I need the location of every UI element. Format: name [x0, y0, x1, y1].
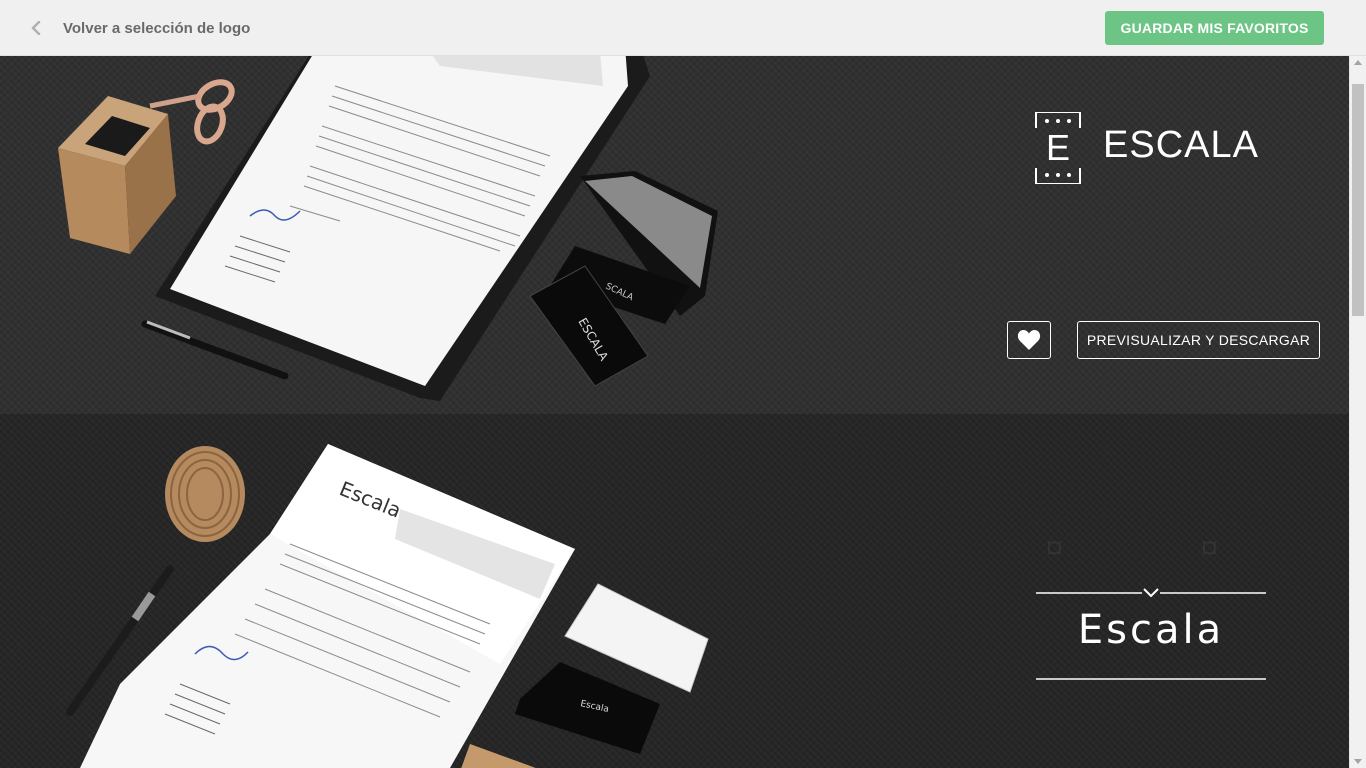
- logo-mark: E: [1035, 112, 1081, 184]
- top-bar: Volver a selección de logo GUARDAR MIS F…: [0, 0, 1366, 56]
- stationery-mockup-image: ESCALA SCALA: [58, 56, 718, 401]
- logo-mockup-card: Escala Escala ◇ ◇ Escala: [0, 414, 1349, 768]
- save-favorites-button[interactable]: GUARDAR MIS FAVORITOS: [1105, 11, 1324, 45]
- add-favorite-button[interactable]: [1007, 321, 1051, 359]
- svg-text:E: E: [1046, 127, 1070, 168]
- page-scrollbar[interactable]: [1349, 56, 1366, 768]
- brand-name: ESCALA: [1103, 124, 1259, 166]
- brand-logo: E ESCALA: [1035, 112, 1275, 184]
- preview-and-download-button[interactable]: PREVISUALIZAR Y DESCARGAR: [1077, 321, 1320, 359]
- stationery-mockup-image: Escala Escala: [66, 444, 709, 768]
- logo-mockup-card: ESCALA SCALA E ESCALA PREVISUALIZAR Y DE…: [0, 56, 1349, 414]
- scrollbar-thumb[interactable]: [1352, 84, 1364, 316]
- scroll-up-arrow-icon[interactable]: [1354, 60, 1362, 65]
- heart-icon: [1017, 330, 1041, 350]
- back-link-label: Volver a selección de logo: [63, 19, 251, 37]
- chevron-left-icon: [31, 21, 41, 35]
- scroll-down-arrow-icon[interactable]: [1354, 759, 1362, 764]
- brand-logo: Escala: [1036, 584, 1266, 684]
- brand-name: Escala: [1077, 607, 1225, 653]
- back-to-logo-selection-link[interactable]: Volver a selección de logo: [30, 14, 250, 42]
